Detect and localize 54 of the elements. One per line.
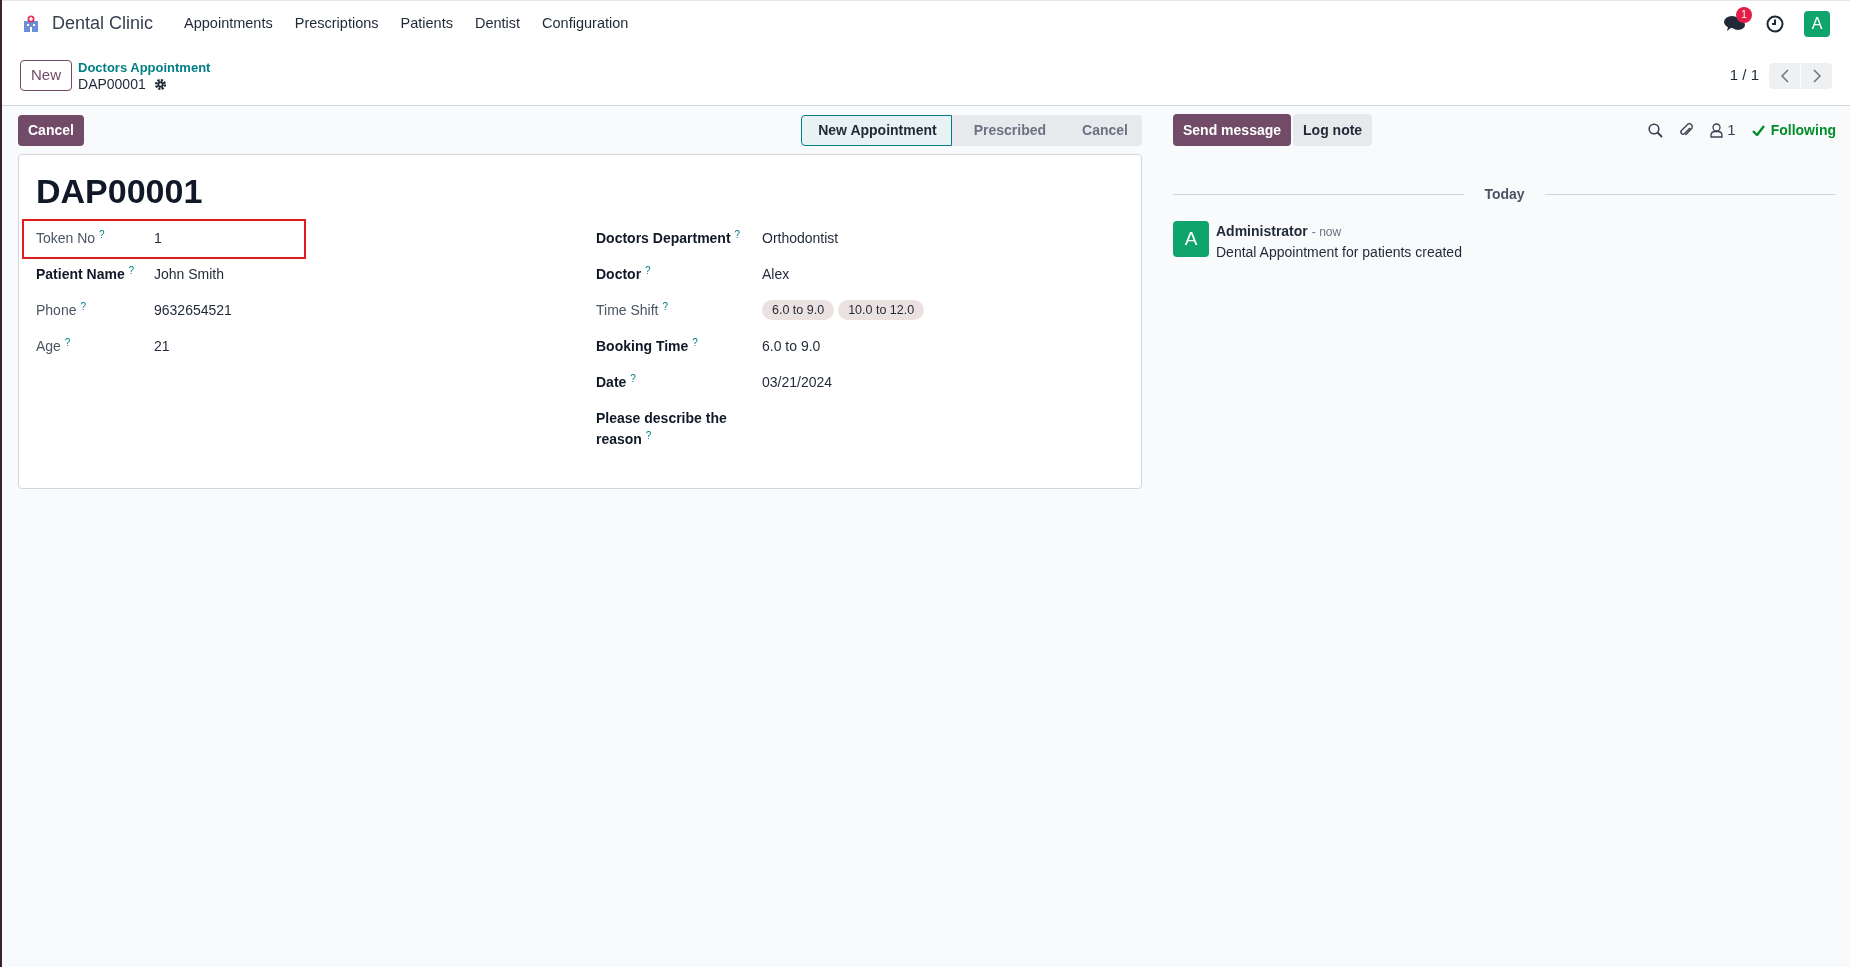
- search-icon[interactable]: [1648, 122, 1664, 138]
- shift-tag: 6.0 to 9.0: [762, 300, 835, 320]
- message-time: - now: [1311, 224, 1342, 241]
- field-label: Booking Time $^{?}$: [596, 336, 699, 356]
- field-value[interactable]: 6.0 to 9.0: [762, 336, 821, 357]
- menu-item[interactable]: Prescriptions: [283, 12, 390, 35]
- chevron-left-icon: [1780, 68, 1789, 83]
- gear-icon[interactable]: [153, 77, 167, 91]
- field-value[interactable]: Alex: [762, 264, 790, 285]
- status-stage[interactable]: New Appointment: [801, 114, 952, 146]
- field-label: Time Shift $^{?}$: [596, 300, 669, 320]
- hospital-building-icon[interactable]: [22, 14, 40, 33]
- field-label: Phone $^{?}$: [36, 300, 87, 320]
- field-label: Token No $^{?}$: [36, 228, 106, 248]
- checkmark-icon: [1751, 124, 1765, 136]
- field-label: Patient Name $^{?}$: [36, 264, 136, 284]
- menu-item[interactable]: Dentist: [463, 12, 532, 35]
- clock-icon[interactable]: [1766, 14, 1784, 33]
- field-value[interactable]: John Smith: [154, 264, 225, 285]
- chevron-right-icon: [1812, 68, 1821, 83]
- field-value[interactable]: 9632654521: [154, 300, 232, 321]
- field-value[interactable]: Orthodontist: [762, 228, 839, 249]
- message-body: Dental Appointment for patients created: [1216, 243, 1462, 262]
- menu-item[interactable]: Configuration: [531, 12, 640, 35]
- field-value[interactable]: 03/21/2024: [762, 372, 833, 393]
- app-name[interactable]: Dental Clinic: [52, 10, 154, 37]
- field-label: Age $^{?}$: [36, 336, 72, 356]
- menu-item[interactable]: Appointments: [173, 12, 284, 35]
- field-label: Please describe the reason $^{?}$: [596, 409, 728, 449]
- menu-item[interactable]: Patients: [389, 12, 464, 35]
- field-label: Doctor $^{?}$: [596, 264, 652, 284]
- shift-tag: 10.0 to 12.0: [838, 300, 925, 320]
- log-note-button[interactable]: Log note: [1293, 114, 1373, 146]
- breadcrumb-link[interactable]: Doctors Appointment: [78, 58, 211, 76]
- cancel-button[interactable]: Cancel: [18, 114, 84, 146]
- paperclip-icon[interactable]: [1679, 122, 1695, 138]
- status-stage[interactable]: Cancel: [1060, 114, 1142, 146]
- status-stage[interactable]: Prescribed: [951, 114, 1061, 146]
- field-label: Doctors Department $^{?}$: [596, 228, 742, 248]
- record-name: DAP00001: [78, 75, 146, 93]
- field-value[interactable]: 1: [154, 228, 162, 249]
- pager-counter: 1 / 1: [1729, 65, 1759, 86]
- following-button[interactable]: Following: [1751, 119, 1836, 141]
- notification-badge: 1: [1736, 6, 1752, 23]
- author-avatar: A: [1173, 221, 1209, 257]
- follower-count[interactable]: 1: [1727, 118, 1736, 142]
- send-message-button[interactable]: Send message: [1173, 114, 1292, 146]
- date-separator: Today: [1484, 185, 1525, 204]
- message-author[interactable]: Administrator: [1216, 221, 1308, 241]
- new-button[interactable]: New: [20, 60, 72, 91]
- field-label: Date $^{?}$: [596, 372, 637, 392]
- person-icon[interactable]: [1710, 122, 1724, 138]
- field-value[interactable]: 21: [154, 336, 170, 357]
- record-title: DAP00001: [36, 171, 204, 211]
